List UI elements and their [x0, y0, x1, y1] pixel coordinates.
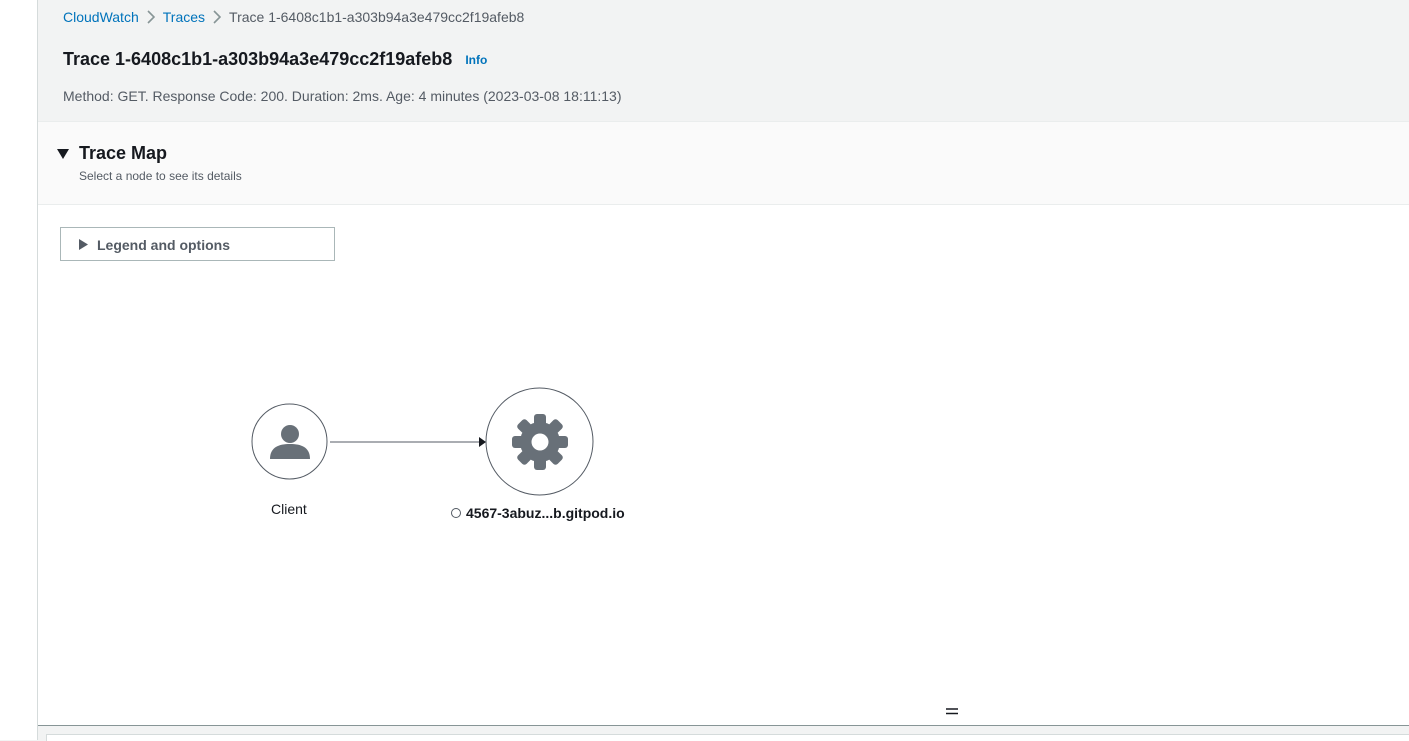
trace-map-container: Trace Map Select a node to see its detai…: [38, 121, 1409, 726]
gear-icon: [512, 414, 568, 470]
info-link[interactable]: Info: [465, 53, 487, 67]
service-node[interactable]: [485, 387, 594, 496]
breadcrumb: CloudWatch Traces Trace 1-6408c1b1-a303b…: [63, 7, 524, 27]
left-navigation-rail: [0, 0, 38, 740]
arrowhead-icon: [479, 437, 486, 447]
chevron-right-icon: [139, 10, 163, 24]
breadcrumb-traces-link[interactable]: Traces: [163, 9, 205, 25]
service-node-label: 4567-3abuz...b.gitpod.io: [451, 505, 625, 521]
breadcrumb-current: Trace 1-6408c1b1-a303b94a3e479cc2f19afeb…: [229, 9, 525, 25]
trace-map-canvas: [251, 387, 594, 496]
client-node[interactable]: [251, 403, 328, 480]
resize-handle-icon[interactable]: [945, 706, 959, 716]
service-node-name: 4567-3abuz...b.gitpod.io: [466, 505, 625, 521]
chevron-right-icon: [205, 10, 229, 24]
status-ok-icon: [451, 508, 461, 518]
page-title: Trace 1-6408c1b1-a303b94a3e479cc2f19afeb…: [63, 49, 453, 69]
page-header: Trace 1-6408c1b1-a303b94a3e479cc2f19afeb…: [63, 49, 487, 70]
split-panel-divider: [38, 725, 1409, 741]
breadcrumb-cloudwatch-link[interactable]: CloudWatch: [63, 9, 139, 25]
trace-summary: Method: GET. Response Code: 200. Duratio…: [63, 88, 622, 104]
client-node-label: Client: [271, 501, 307, 517]
